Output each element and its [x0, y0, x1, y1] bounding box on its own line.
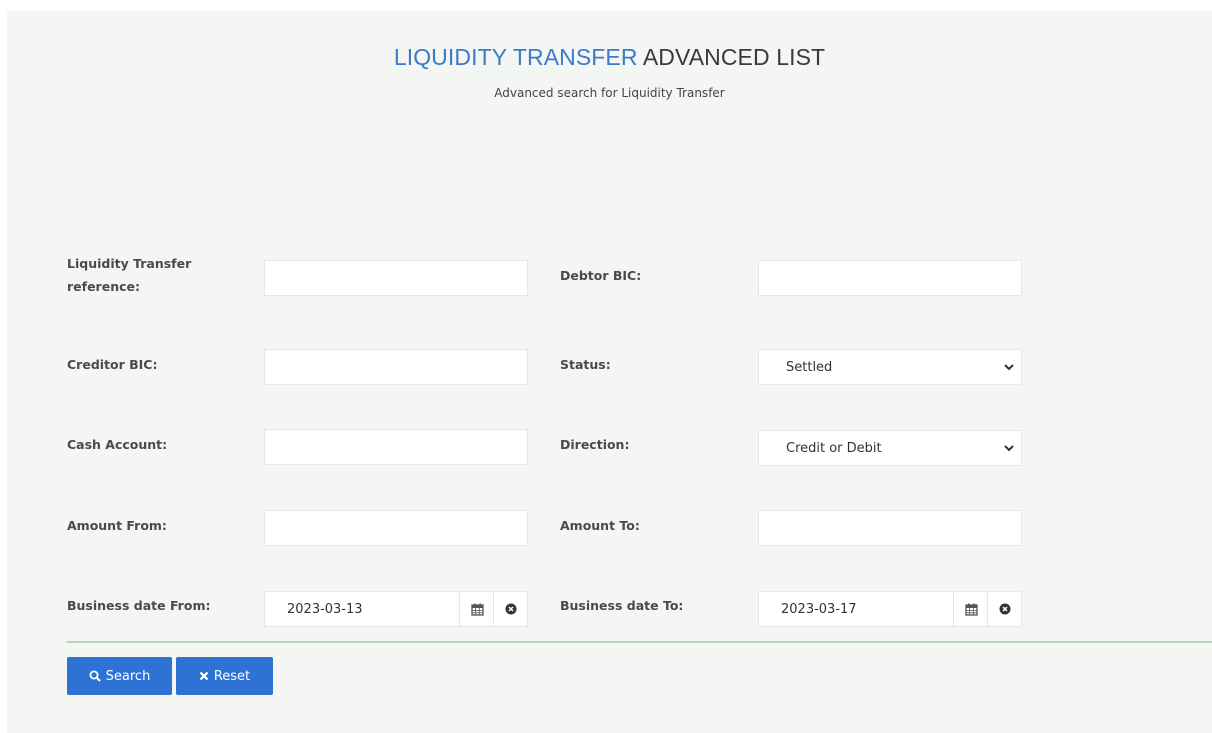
lt-reference-label: Liquidity Transfer reference:: [67, 256, 192, 294]
clear-date-button[interactable]: [987, 592, 1022, 626]
cash-account-label: Cash Account:: [67, 437, 168, 452]
creditor-bic-input[interactable]: [264, 349, 528, 385]
amount-from-input[interactable]: [264, 510, 528, 546]
page-title-accent: LIQUIDITY TRANSFER: [393, 44, 638, 70]
debtor-bic-label: Debtor BIC:: [560, 268, 642, 283]
direction-label: Direction:: [560, 437, 630, 452]
business-date-to-label: Business date To:: [560, 598, 684, 613]
chevron-down-icon: [1004, 364, 1014, 371]
amount-from-label: Amount From:: [67, 518, 167, 533]
business-date-from-value: 2023-03-13: [287, 602, 363, 617]
debtor-bic-input[interactable]: [758, 260, 1022, 296]
creditor-bic-label: Creditor BIC:: [67, 357, 158, 372]
cash-account-input[interactable]: [264, 429, 528, 465]
calendar-button[interactable]: [953, 592, 988, 626]
direction-select[interactable]: Credit or Debit: [758, 430, 1022, 466]
page-subtitle: Advanced search for Liquidity Transfer: [494, 86, 725, 100]
clear-date-button[interactable]: [493, 592, 528, 626]
calendar-icon: [964, 603, 978, 616]
amount-to-label: Amount To:: [560, 518, 640, 533]
business-date-from-label: Business date From:: [67, 598, 211, 613]
reset-button[interactable]: Reset: [176, 657, 273, 695]
clear-circle-icon: [505, 603, 517, 615]
business-date-to-input[interactable]: 2023-03-17: [758, 591, 1022, 627]
status-label: Status:: [560, 357, 611, 372]
lt-reference-input[interactable]: [264, 260, 528, 296]
times-icon: [199, 671, 209, 681]
calendar-icon: [470, 603, 484, 616]
search-button-label: Search: [105, 668, 151, 684]
status-selected-value: Settled: [786, 360, 833, 375]
amount-to-input[interactable]: [758, 510, 1022, 546]
page-title: LIQUIDITY TRANSFER ADVANCED LIST: [7, 44, 1212, 71]
status-select[interactable]: Settled: [758, 349, 1022, 385]
business-date-to-value: 2023-03-17: [781, 602, 857, 617]
form-divider: [67, 641, 1212, 643]
business-date-from-input[interactable]: 2023-03-13: [264, 591, 528, 627]
search-panel: LIQUIDITY TRANSFER ADVANCED LIST Advance…: [7, 11, 1212, 733]
page-title-rest: ADVANCED LIST: [637, 44, 826, 70]
search-icon: [89, 670, 101, 682]
calendar-button[interactable]: [459, 592, 494, 626]
chevron-down-icon: [1004, 445, 1014, 452]
search-button[interactable]: Search: [67, 657, 172, 695]
reset-button-label: Reset: [213, 668, 251, 684]
clear-circle-icon: [999, 603, 1011, 615]
direction-selected-value: Credit or Debit: [786, 441, 882, 456]
